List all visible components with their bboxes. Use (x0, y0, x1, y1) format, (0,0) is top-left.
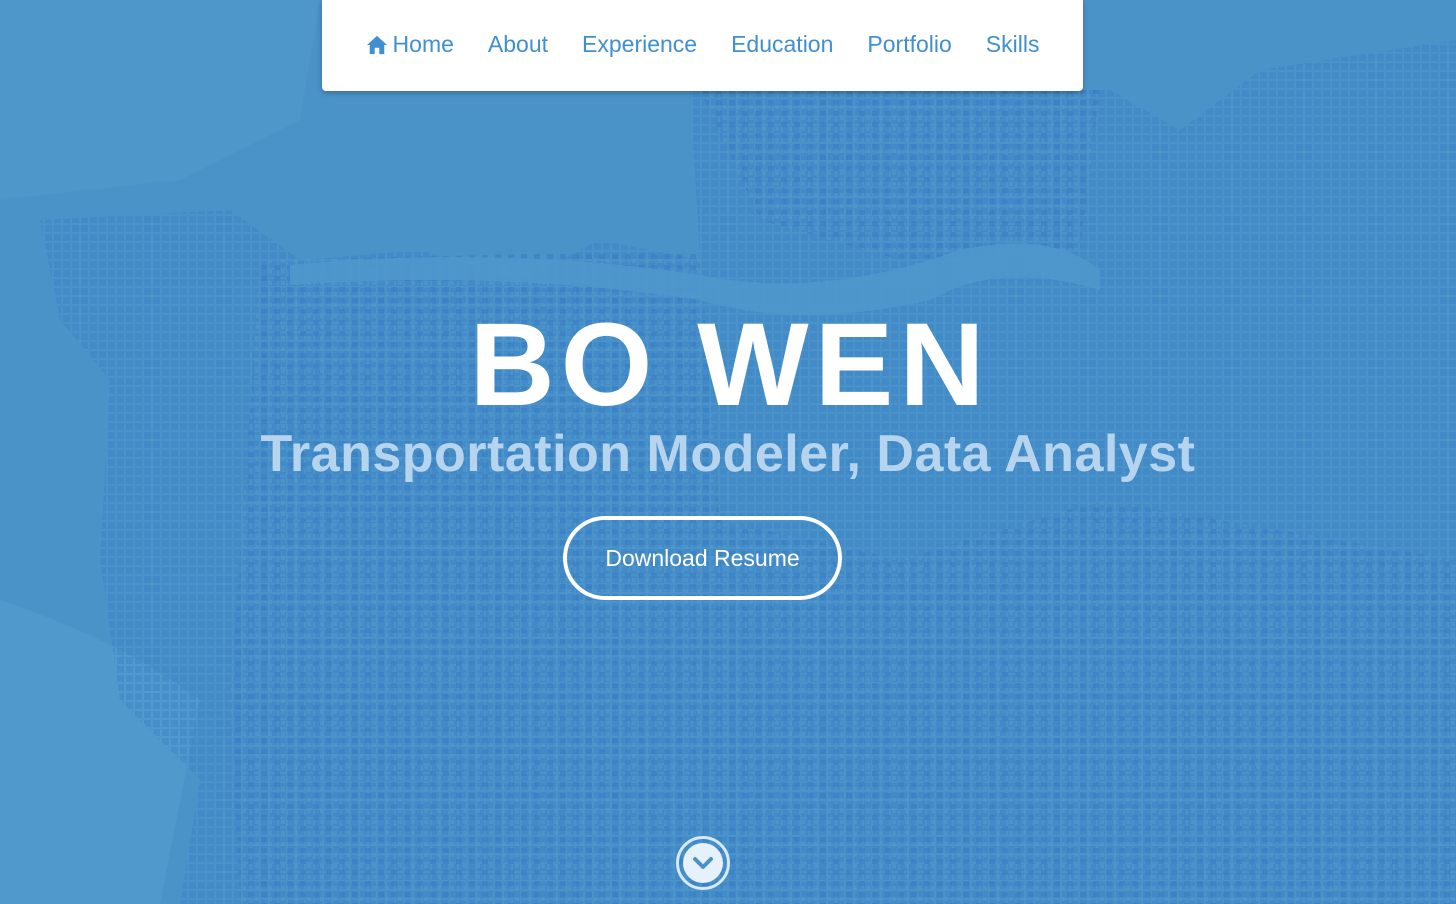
nav-item-portfolio[interactable]: Portfolio (867, 31, 951, 58)
nav-item-label: About (487, 31, 549, 57)
page-title: BO WEN (469, 299, 991, 431)
page-subtitle: Transportation Modeler, Data Analyst (260, 425, 1196, 483)
chevron-down-icon (683, 843, 723, 883)
nav-item-label: Education (731, 31, 834, 57)
hero-section: Home About Experience Education Portfoli… (0, 0, 1456, 904)
nav-item-skills[interactable]: Skills (986, 31, 1040, 58)
home-icon (366, 35, 387, 54)
nav-item-label: Portfolio (867, 31, 952, 57)
nav-item-home[interactable]: Home (366, 31, 454, 58)
nav-item-label: Home (392, 31, 454, 57)
nav-item-experience[interactable]: Experience (582, 31, 697, 58)
download-resume-button[interactable]: Download Resume (563, 516, 842, 600)
nav-item-about[interactable]: About (488, 31, 548, 58)
nav-item-education[interactable]: Education (731, 31, 833, 58)
scroll-down-button[interactable] (676, 836, 730, 890)
download-resume-label: Download Resume (605, 544, 800, 571)
nav-item-label: Skills (985, 31, 1040, 57)
nav-item-label: Experience (582, 31, 698, 57)
top-navigation: Home About Experience Education Portfoli… (322, 0, 1083, 91)
